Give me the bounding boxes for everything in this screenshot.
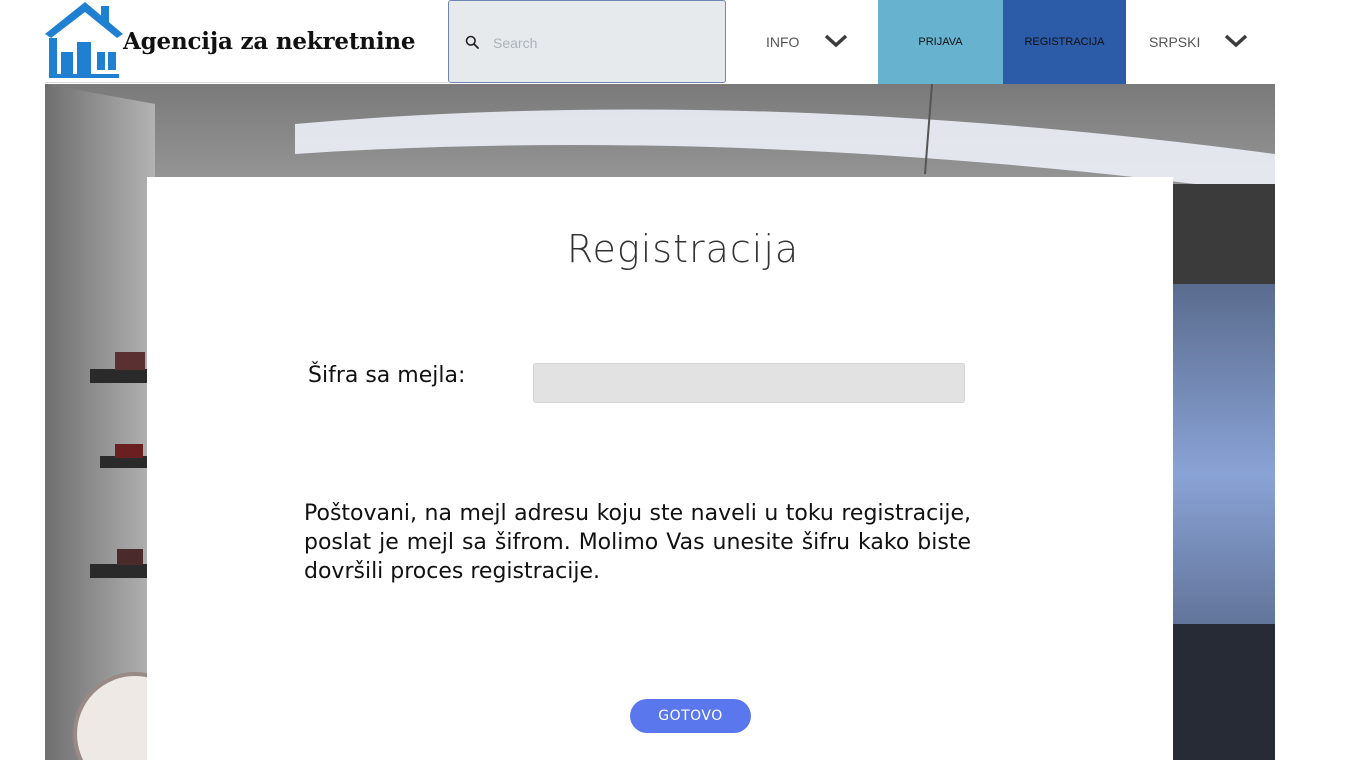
search-box[interactable] — [448, 0, 726, 83]
site-logo[interactable]: Agencija za nekretnine — [45, 0, 440, 80]
language-dropdown[interactable]: SRPSKI — [1149, 0, 1248, 83]
header-divider — [45, 82, 448, 83]
info-label: INFO — [766, 33, 800, 50]
login-button-label: PRIJAVA — [918, 36, 963, 48]
code-label: Šifra sa mejla: — [308, 363, 466, 388]
language-label: SRPSKI — [1149, 33, 1201, 50]
chevron-down-icon — [1224, 34, 1248, 48]
info-dropdown[interactable]: INFO — [766, 0, 848, 83]
login-button[interactable]: PRIJAVA — [878, 0, 1003, 84]
search-input[interactable] — [491, 29, 715, 57]
page-title: Registracija — [566, 227, 800, 271]
chevron-down-icon — [824, 34, 848, 48]
submit-button[interactable]: GOTOVO — [630, 699, 751, 733]
registration-card: Registracija Šifra sa mejla: Poštovani, … — [147, 177, 1173, 760]
registration-page: Agencija za nekretnine INFO PRIJAVA REGI… — [0, 0, 1366, 760]
register-button-label: REGISTRACIJA — [1024, 36, 1105, 48]
register-button[interactable]: REGISTRACIJA — [1003, 0, 1126, 84]
house-logo-icon — [45, 2, 123, 78]
logo-text: Agencija za nekretnine — [123, 28, 416, 55]
email-code-input[interactable] — [533, 363, 965, 403]
search-icon — [465, 35, 479, 49]
info-message: Poštovani, na mejl adresu koju ste navel… — [304, 501, 971, 584]
